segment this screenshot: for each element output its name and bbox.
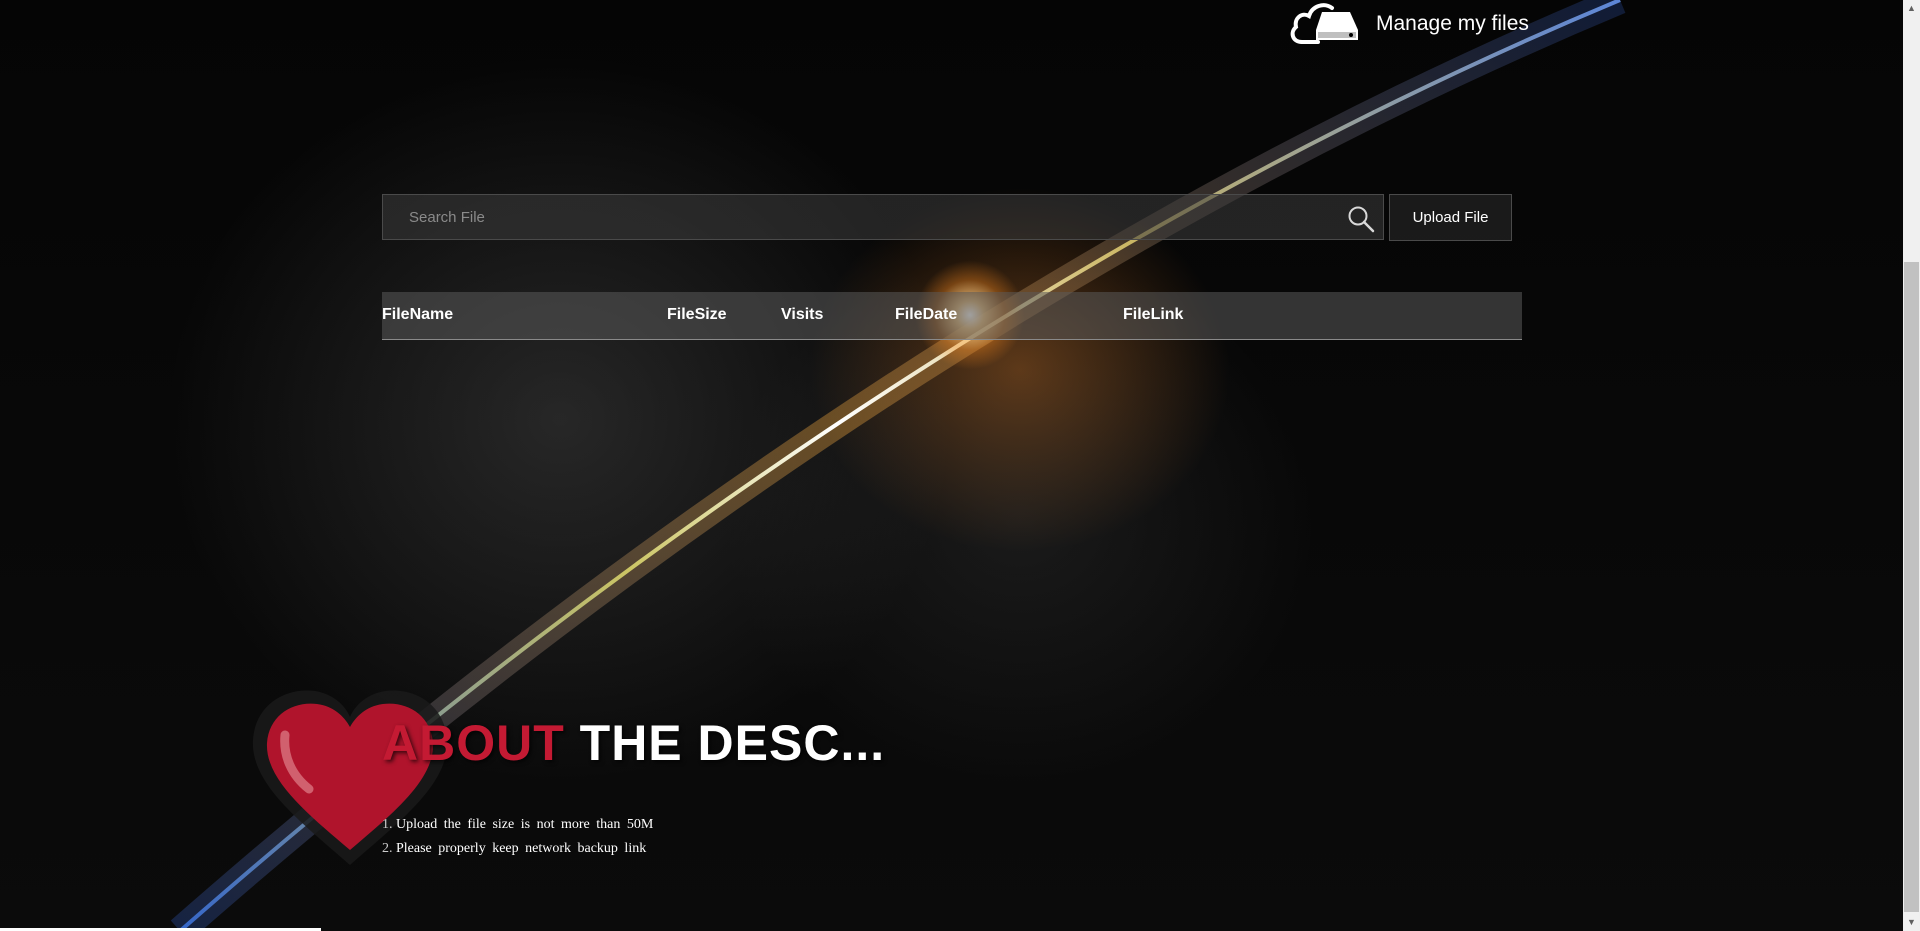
column-header-filesize[interactable]: FileSize — [667, 292, 727, 338]
vertical-scrollbar[interactable]: ▲ ▼ — [1903, 0, 1920, 931]
cloud-drive-icon — [1288, 0, 1362, 51]
note-number: 2. — [382, 841, 393, 856]
note-text: Upload the file size is not more than 50… — [396, 817, 654, 832]
search-bar — [382, 194, 1384, 240]
manage-files-label: Manage my files — [1376, 12, 1529, 35]
note-number: 1. — [382, 817, 393, 832]
manage-files-link[interactable]: Manage my files — [1288, 0, 1529, 48]
column-header-filename[interactable]: FileName — [382, 292, 453, 338]
notes-list: 1. Upload the file size is not more than… — [382, 813, 653, 861]
column-header-visits[interactable]: Visits — [781, 292, 823, 338]
search-input[interactable] — [383, 195, 1323, 239]
note-item: 2. Please properly keep network backup l… — [382, 837, 653, 861]
about-title: ABOUT THE DESC... — [382, 714, 885, 772]
column-header-filelink[interactable]: FileLink — [1123, 292, 1183, 338]
about-title-rest: THE DESC... — [564, 715, 886, 771]
about-title-highlight: ABOUT — [382, 715, 565, 771]
note-text: Please properly keep network backup link — [396, 841, 647, 856]
search-icon[interactable] — [1347, 205, 1375, 233]
scrollbar-thumb[interactable] — [1904, 262, 1919, 912]
upload-file-button[interactable]: Upload File — [1389, 194, 1512, 241]
file-table-header: FileName FileSize Visits FileDate FileLi… — [382, 292, 1522, 340]
background-light-beam — [170, 0, 1626, 931]
page: Manage my files Upload File FileName Fil… — [0, 0, 1920, 931]
scroll-up-arrow-icon[interactable]: ▲ — [1903, 0, 1920, 17]
scroll-down-arrow-icon[interactable]: ▼ — [1903, 914, 1920, 931]
note-item: 1. Upload the file size is not more than… — [382, 813, 653, 837]
column-header-filedate[interactable]: FileDate — [895, 292, 957, 338]
